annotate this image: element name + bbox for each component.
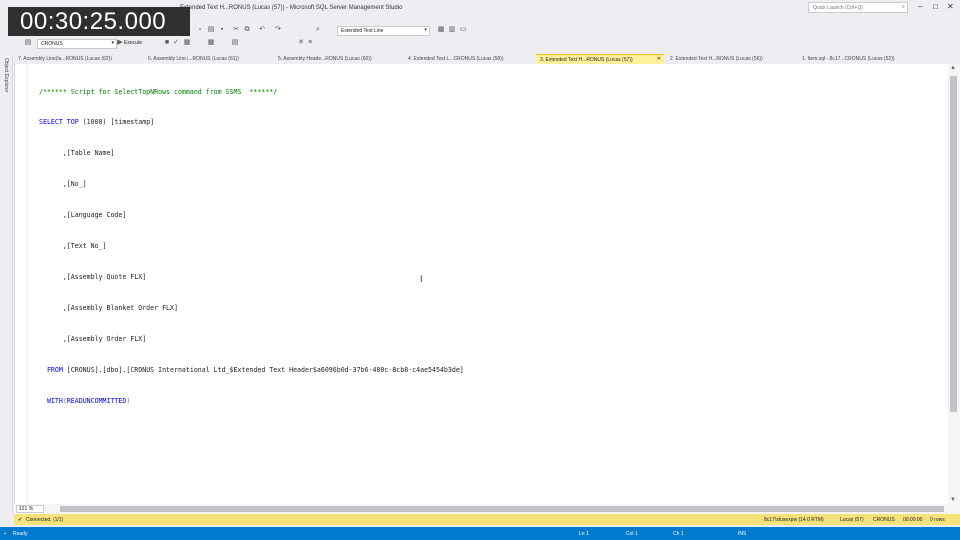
results-to-grid-icon[interactable]: ▦ <box>207 39 215 47</box>
line-number: Ln 1 <box>579 531 589 537</box>
chevron-down-icon: ▾ <box>424 27 427 33</box>
close-icon[interactable]: ✕ <box>657 56 661 62</box>
horizontal-scrollbar-thumb[interactable] <box>60 506 944 512</box>
ready-icon: ▪ <box>4 531 6 537</box>
connected-icon: ✔ <box>18 517 23 523</box>
code-line: ,[Table Name] <box>39 149 115 158</box>
new-query-icon[interactable]: ▫ <box>196 26 204 34</box>
maximize-icon[interactable]: □ <box>933 2 938 11</box>
server-name: 8c17\sfusexpw (14.0 RTM) <box>764 517 824 523</box>
editor-gutter <box>15 64 28 504</box>
tab-assembly-line-6[interactable]: 6. Assembly Line i...RONUS (Lucas (61)) <box>144 54 270 64</box>
sql-keyword: WITH <box>39 396 63 405</box>
minimize-icon[interactable]: – <box>918 2 922 11</box>
status-ready: Ready <box>13 531 28 537</box>
query-editor[interactable]: /****** Script for SelectTopNRows comman… <box>14 64 948 504</box>
query-status-bar: ✔ Connected. (1/1) 8c17\sfusexpw (14.0 R… <box>14 514 960 525</box>
active-tab-label: 3. Extended Text H...RONUS (Lucas (57)) <box>540 57 633 63</box>
document-tabs: 7. Assembly Line(la...RONUS (Lucas (62))… <box>14 54 960 64</box>
quick-launch-input[interactable]: Quick Launch (Ctrl+Q) ⌕ <box>808 2 908 13</box>
save-icon[interactable]: ▪ <box>218 26 226 34</box>
video-timestamp: 00:30:25.000 <box>8 7 190 36</box>
find-combo[interactable]: Extended Text Line ▾ <box>337 26 430 36</box>
open-file-icon[interactable]: ▤ <box>207 26 215 34</box>
object-explorer-tab[interactable]: Object Explorer <box>0 54 13 514</box>
code-line: ,[Text No_] <box>39 242 107 251</box>
window-icon[interactable]: ▭ <box>459 26 467 34</box>
user-name: Lucas (57) <box>840 517 864 523</box>
copy-icon[interactable]: ⧉ <box>243 26 251 34</box>
scroll-up-icon[interactable]: ▲ <box>950 65 956 71</box>
window-title: Extended Text H...RONUS (Lucas (57)) - M… <box>180 5 403 11</box>
code-line: ,[Language Code] <box>39 211 127 220</box>
editor-horizontal-bar: 121 % <box>14 504 960 514</box>
vertical-scrollbar[interactable]: ▲ ▼ <box>948 64 960 504</box>
tab-assembly-line-7[interactable]: 7. Assembly Line(la...RONUS (Lucas (62)) <box>14 54 142 64</box>
code-line: ,[No_] <box>39 180 87 189</box>
connection-status: Connected. (1/1) <box>26 517 64 523</box>
uncomment-icon[interactable]: ≡ <box>306 39 314 47</box>
scroll-down-icon[interactable]: ▼ <box>950 497 956 503</box>
execute-button[interactable]: Execute <box>124 40 142 46</box>
code-line: /****** Script for SelectTopNRows comman… <box>39 87 278 96</box>
sql-text: (1000) [timestamp] <box>78 118 155 127</box>
debug-icon[interactable]: ■ <box>163 39 171 47</box>
code-line: ,[Assembly Quote FLX] <box>39 272 147 281</box>
close-icon[interactable]: ✕ <box>947 2 954 11</box>
comment-icon[interactable]: ✕ <box>297 39 305 47</box>
database-combo[interactable]: CRONUS ▾ <box>37 39 117 49</box>
parse-icon[interactable]: ✓ <box>172 39 180 47</box>
insert-mode: INS <box>738 531 747 537</box>
database-name: CRONUS <box>873 517 895 523</box>
quick-launch-placeholder: Quick Launch (Ctrl+Q) <box>813 5 863 11</box>
sql-editor-toolbar: ▤ CRONUS ▾ ▶ Execute ■ ✓ ▦ ▦ ▤ ✕ ≡ <box>0 38 960 50</box>
elapsed-time: 00:00:00 <box>903 517 923 523</box>
results-to-text-icon[interactable]: ▤ <box>231 39 239 47</box>
tab-item-sql-1[interactable]: 1. Item.sql - 8c17...CRONUS (Lucas (52)) <box>798 54 928 64</box>
find-combo-value: Extended Text Line <box>341 28 384 34</box>
chevron-down-icon: ▾ <box>111 40 114 46</box>
sql-text: [CRONUS].[dbo].[CRONUS International Ltd… <box>62 365 464 374</box>
database-combo-value: CRONUS <box>41 41 63 47</box>
sql-code: /****** Script for SelectTopNRows comman… <box>39 66 464 426</box>
code-line: FROM [CRONUS].[dbo].[CRONUS Internationa… <box>39 365 464 375</box>
available-databases-icon: ▤ <box>24 39 32 46</box>
execute-icon[interactable]: ▶ <box>116 39 124 47</box>
code-line: SELECT TOP (1000) [timestamp] <box>39 117 464 127</box>
sql-keyword: SELECT TOP <box>39 118 79 127</box>
tab-extended-text-header-3[interactable]: 3. Extended Text H...RONUS (Lucas (57)) … <box>536 54 664 64</box>
zoom-combo[interactable]: 121 % <box>16 505 44 513</box>
code-line: ,[Assembly Order FLX] <box>39 334 147 343</box>
status-bar: ▪ Ready Ln 1 Col 1 Ch 1 INS <box>0 527 960 540</box>
undo-icon[interactable]: ↶ <box>258 26 266 34</box>
column-number: Col 1 <box>626 531 638 537</box>
tab-assembly-header-5[interactable]: 5. Assembly Heade...RONUS (Lucas (60)) <box>274 54 402 64</box>
code-line: ,[Assembly Blanket Order FLX] <box>39 303 178 312</box>
text-cursor-icon: I <box>420 274 423 284</box>
toolbox-icon[interactable]: ▥ <box>448 26 456 34</box>
tab-extended-text-line-4[interactable]: 4. Extended Text L...CRONUS (Lucas (58)) <box>404 54 532 64</box>
sql-table-hint: READUNCOMMITTED <box>66 396 127 405</box>
object-explorer-label: Object Explorer <box>3 58 9 93</box>
char-number: Ch 1 <box>673 531 684 537</box>
sql-paren: ) <box>126 396 131 405</box>
properties-icon[interactable]: ▦ <box>437 26 445 34</box>
tab-extended-text-header-2[interactable]: 2. Extended Text H...RONUS (Lucas (56)) <box>666 54 794 64</box>
cut-icon[interactable]: ✂ <box>232 26 240 34</box>
scrollbar-thumb[interactable] <box>950 76 957 412</box>
search-icon: ⌕ <box>901 4 905 10</box>
sql-keyword: FROM <box>39 365 63 374</box>
find-icon[interactable]: ⌕ <box>314 26 322 34</box>
code-line: WITH(READUNCOMMITTED) <box>39 396 464 406</box>
redo-icon[interactable]: ↷ <box>274 26 282 34</box>
display-plan-icon[interactable]: ▦ <box>183 39 191 47</box>
row-count: 0 rows <box>930 517 945 523</box>
